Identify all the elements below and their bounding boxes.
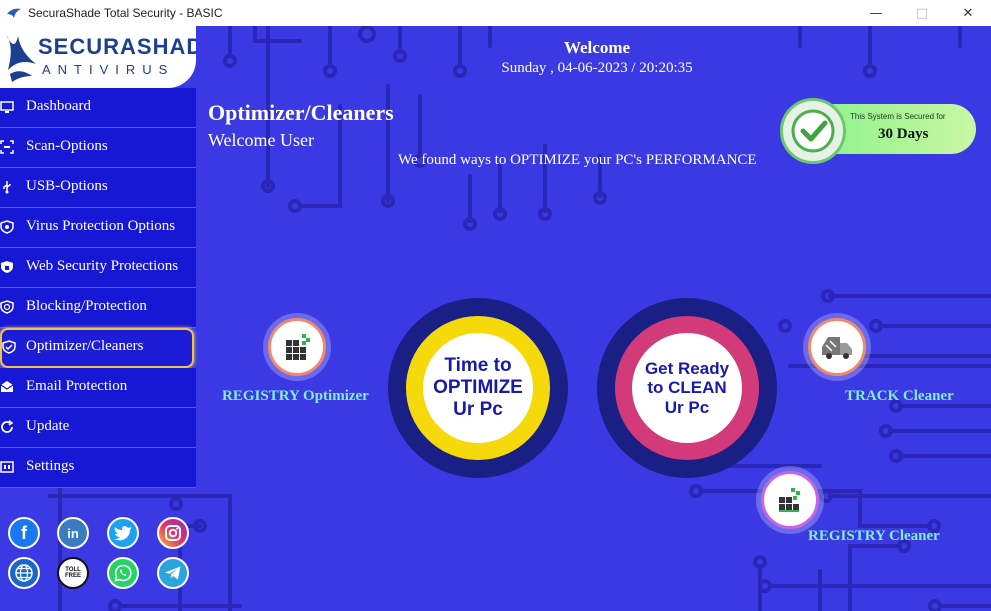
monitor-icon: [0, 101, 14, 113]
sidebar-item-label: USB-Options: [26, 178, 108, 194]
performance-tagline: We found ways to OPTIMIZE your PC's PERF…: [398, 152, 757, 168]
whatsapp-icon[interactable]: [107, 557, 139, 589]
sidebar-item-optimizer[interactable]: Optimizer/Cleaners: [0, 328, 194, 368]
window-title: SecuraShade Total Security - BASIC: [28, 6, 223, 20]
facebook-icon[interactable]: f: [8, 517, 40, 549]
registry-optimizer-label[interactable]: REGISTRY Optimizer: [222, 388, 369, 405]
clean-line-2: to CLEAN: [647, 378, 727, 398]
optimize-inner: Time to OPTIMIZE Ur Pc: [423, 333, 533, 443]
bird-logo-icon: [6, 34, 36, 82]
sidebar-item-settings[interactable]: Settings: [0, 448, 196, 488]
brand-subtitle: ANTIVIRUS: [42, 62, 175, 77]
app-bird-icon: [7, 8, 21, 18]
web-shield-icon: [1, 261, 13, 273]
welcome-heading: Welcome: [563, 38, 631, 57]
sidebar-item-scan-options[interactable]: Scan-Options: [0, 128, 196, 168]
settings-icon: [0, 461, 14, 473]
brand-name: SECURASHADE: [38, 34, 196, 59]
close-button[interactable]: ✕: [945, 0, 991, 26]
globe-icon[interactable]: [8, 557, 40, 589]
sidebar-item-email[interactable]: Email Protection: [0, 368, 196, 408]
clean-inner: Get Ready to CLEAN Ur Pc: [632, 333, 742, 443]
registry-optimizer-icon[interactable]: [268, 318, 326, 376]
sidebar-item-update[interactable]: Update: [0, 408, 196, 448]
sidebar-item-label: Update: [26, 418, 70, 434]
telegram-icon[interactable]: [157, 557, 189, 589]
email-icon: [0, 381, 14, 392]
optimize-line-3: Ur Pc: [453, 398, 503, 420]
brand-logo: SECURASHADE ANTIVIRUS: [0, 26, 196, 88]
sidebar-item-web-security[interactable]: Web Security Protections: [0, 248, 196, 288]
registry-cleaner-label[interactable]: REGISTRY Cleaner: [808, 528, 940, 545]
badge-text: This System is Secured for: [850, 112, 946, 121]
sidebar-item-label: Virus Protection Options: [26, 218, 176, 234]
optimize-line-2: OPTIMIZE: [433, 377, 523, 399]
secured-badge: This System is Secured for 30 Days: [780, 98, 978, 164]
app-window: SECURASHADE ANTIVIRUS Welcome Sunday , 0…: [0, 26, 991, 611]
optimize-ring: Time to OPTIMIZE Ur Pc: [406, 316, 550, 460]
sidebar: Dashboard Scan-Options USB-Options Virus…: [0, 88, 196, 488]
clean-pc-button[interactable]: Get Ready to CLEAN Ur Pc: [597, 298, 777, 478]
clean-line-1: Get Ready: [644, 358, 730, 378]
minimize-button[interactable]: —: [853, 0, 899, 26]
sidebar-item-label: Scan-Options: [26, 138, 108, 154]
checkmark-icon: [780, 98, 846, 164]
registry-cleaner-icon[interactable]: [761, 471, 819, 529]
sidebar-item-label: Web Security Protections: [26, 258, 179, 274]
track-cleaner-label[interactable]: TRACK Cleaner: [845, 388, 954, 405]
usb-icon: [3, 181, 11, 194]
sidebar-item-dashboard[interactable]: Dashboard: [0, 88, 196, 128]
update-icon: [1, 420, 14, 433]
sidebar-item-label: Settings: [26, 458, 75, 474]
title-bar: SecuraShade Total Security - BASIC — □ ✕: [0, 0, 991, 26]
sidebar-item-label: Email Protection: [26, 378, 128, 394]
virus-shield-icon: [0, 220, 14, 234]
sidebar-item-usb-options[interactable]: USB-Options: [0, 168, 196, 208]
optimizer-icon: [2, 340, 16, 354]
page-subtitle: Welcome User: [208, 130, 315, 150]
optimize-line-1: Time to: [444, 355, 512, 377]
toll-free-icon[interactable]: TOLL FREE: [57, 557, 89, 589]
instagram-icon[interactable]: [157, 517, 189, 549]
sidebar-item-label: Blocking/Protection: [26, 298, 147, 314]
sidebar-item-blocking[interactable]: Blocking/Protection: [0, 288, 196, 328]
maximize-button[interactable]: □: [899, 0, 945, 26]
clean-line-3: Ur Pc: [664, 397, 710, 417]
sidebar-item-virus-protection[interactable]: Virus Protection Options: [0, 208, 196, 248]
scan-icon: [0, 140, 14, 154]
optimize-pc-button[interactable]: Time to OPTIMIZE Ur Pc: [388, 298, 568, 478]
sidebar-item-label: Dashboard: [26, 98, 91, 114]
linkedin-icon[interactable]: in: [57, 517, 89, 549]
block-icon: [0, 300, 14, 314]
track-cleaner-icon[interactable]: [808, 318, 866, 376]
sidebar-item-label: Optimizer/Cleaners: [26, 338, 144, 354]
clean-ring: Get Ready to CLEAN Ur Pc: [615, 316, 759, 460]
date-time: Sunday , 04-06-2023 / 20:20:35: [501, 60, 693, 76]
badge-days: 30 Days: [878, 126, 929, 142]
page-title: Optimizer/Cleaners: [208, 100, 394, 125]
twitter-icon[interactable]: [107, 517, 139, 549]
